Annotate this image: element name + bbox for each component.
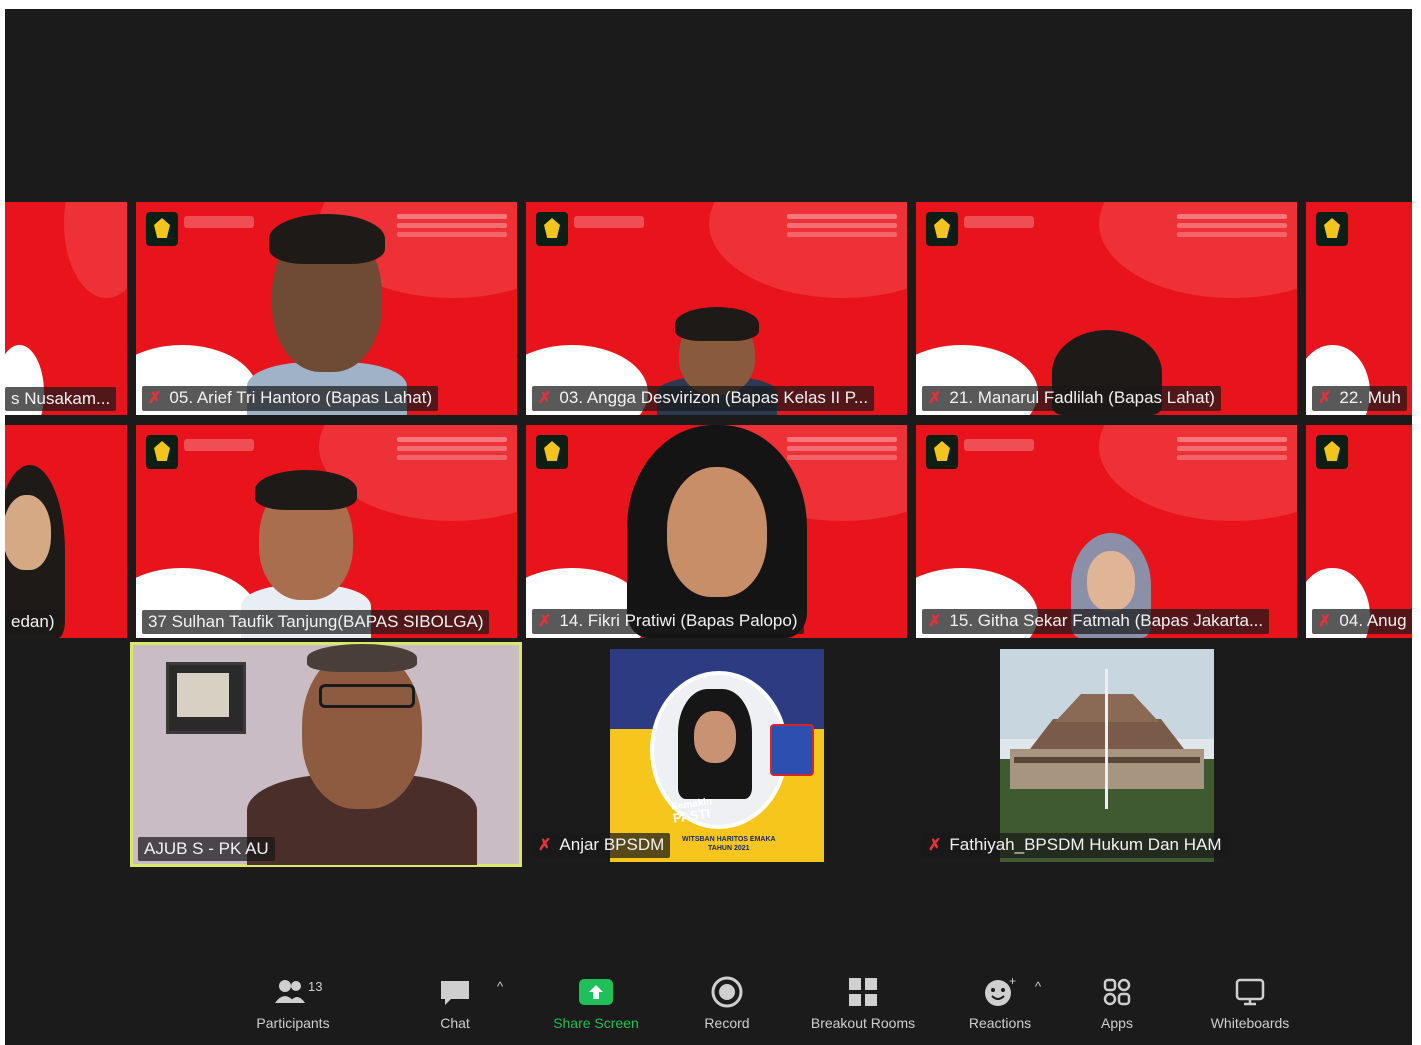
brand-mark bbox=[184, 439, 254, 451]
participant-name: ✗ 14. Fikri Pratiwi (Bapas Palopo) bbox=[532, 609, 804, 634]
poster-caption: Semakin PASTI bbox=[670, 796, 713, 826]
participant-name: ✗ Fathiyah_BPSDM Hukum Dan HAM bbox=[922, 833, 1228, 858]
video-tile[interactable]: ✗ 21. Manarul Fadlilah (Bapas Lahat) bbox=[916, 202, 1297, 415]
participant-name: ✗ Anjar BPSDM bbox=[532, 833, 671, 858]
mic-muted-icon: ✗ bbox=[538, 613, 552, 630]
banner-text-lines bbox=[397, 437, 507, 442]
share-screen-button[interactable]: Share Screen bbox=[533, 975, 659, 1031]
whiteboard-icon bbox=[1195, 975, 1305, 1009]
participant-name: ✗ 04. Anug bbox=[1312, 609, 1412, 634]
participant-name: ✗ 05. Arief Tri Hantoro (Bapas Lahat) bbox=[142, 386, 439, 411]
building-photo bbox=[1000, 649, 1214, 862]
participant-name: edan) bbox=[5, 610, 61, 634]
video-tile[interactable]: Semakin PASTI WITSBAN HARITOS EMAKA TAHU… bbox=[526, 647, 907, 862]
video-tile[interactable]: ✗ 15. Githa Sekar Fatmah (Bapas Jakarta..… bbox=[916, 425, 1297, 638]
participant-name: s Nusakam... bbox=[5, 387, 117, 411]
video-tile[interactable]: ✗ Fathiyah_BPSDM Hukum Dan HAM bbox=[916, 647, 1297, 862]
mic-muted-icon: ✗ bbox=[1318, 613, 1332, 630]
participant-name: 37 Sulhan Taufik Tanjung(BAPAS SIBOLGA) bbox=[142, 610, 490, 634]
ministry-logo bbox=[926, 435, 958, 469]
chevron-up-icon[interactable]: ^ bbox=[1035, 979, 1041, 994]
video-tile[interactable]: ✗ 14. Fikri Pratiwi (Bapas Palopo) bbox=[526, 425, 907, 638]
profile-poster: Semakin PASTI WITSBAN HARITOS EMAKA TAHU… bbox=[610, 649, 824, 862]
record-button[interactable]: Record bbox=[689, 975, 765, 1031]
ministry-logo bbox=[536, 212, 568, 246]
poster-footer: WITSBAN HARITOS EMAKA TAHUN 2021 bbox=[682, 836, 776, 852]
mic-muted-icon: ✗ bbox=[928, 837, 942, 854]
glasses bbox=[319, 684, 415, 708]
mic-muted-icon: ✗ bbox=[928, 613, 942, 630]
ministry-logo bbox=[536, 435, 568, 469]
brand-mark bbox=[964, 439, 1034, 451]
participant-video bbox=[247, 644, 477, 865]
reactions-button[interactable]: + Reactions bbox=[955, 974, 1045, 1031]
mic-muted-icon: ✗ bbox=[1318, 390, 1332, 407]
chat-icon bbox=[425, 975, 485, 1009]
wall-picture bbox=[166, 662, 246, 734]
apps-icon bbox=[1087, 975, 1147, 1009]
video-tile[interactable]: edan) bbox=[5, 425, 127, 638]
meeting-window: s Nusakam... ✗ 05. Arief Tri Hantoro (Bap… bbox=[5, 9, 1412, 1045]
video-tile[interactable]: s Nusakam... bbox=[5, 202, 127, 415]
video-tile[interactable]: ✗ 05. Arief Tri Hantoro (Bapas Lahat) bbox=[136, 202, 517, 415]
participant-name: ✗ 15. Githa Sekar Fatmah (Bapas Jakarta..… bbox=[922, 609, 1270, 634]
banner-text-lines bbox=[1177, 437, 1287, 442]
breakout-rooms-button[interactable]: Breakout Rooms bbox=[793, 975, 933, 1031]
video-tile[interactable]: 37 Sulhan Taufik Tanjung(BAPAS SIBOLGA) bbox=[136, 425, 517, 638]
background-shape bbox=[63, 202, 127, 298]
brand-mark bbox=[574, 216, 644, 228]
participant-name: AJUB S - PK AU bbox=[138, 837, 275, 861]
participants-count: 13 bbox=[308, 979, 322, 994]
video-tile[interactable]: ✗ 03. Angga Desvirizon (Bapas Kelas II P.… bbox=[526, 202, 907, 415]
ministry-logo bbox=[146, 212, 178, 246]
banner-text-lines bbox=[1177, 214, 1287, 219]
ministry-logo bbox=[926, 212, 958, 246]
record-icon bbox=[689, 975, 765, 1009]
active-speaker-tile[interactable]: AJUB S - PK AU bbox=[130, 642, 522, 867]
participant-name: ✗ 21. Manarul Fadlilah (Bapas Lahat) bbox=[922, 386, 1221, 411]
mic-muted-icon: ✗ bbox=[928, 390, 942, 407]
breakout-rooms-icon bbox=[793, 975, 933, 1009]
video-tile[interactable]: ✗ 22. Muh bbox=[1306, 202, 1412, 415]
emblem-icon bbox=[770, 724, 814, 776]
ministry-logo bbox=[1316, 435, 1348, 469]
participant-name: ✗ 22. Muh bbox=[1312, 386, 1407, 411]
participants-button[interactable]: 13 Participants bbox=[243, 975, 343, 1031]
ministry-logo bbox=[146, 435, 178, 469]
chevron-up-icon[interactable]: ^ bbox=[497, 979, 503, 994]
video-tile[interactable]: ✗ 04. Anug bbox=[1306, 425, 1412, 638]
chat-button[interactable]: Chat bbox=[425, 975, 485, 1031]
brand-mark bbox=[184, 216, 254, 228]
participant-name: ✗ 03. Angga Desvirizon (Bapas Kelas II P.… bbox=[532, 386, 875, 411]
participant-video bbox=[626, 425, 807, 638]
participants-icon: 13 bbox=[243, 975, 343, 1009]
mic-muted-icon: ✗ bbox=[538, 837, 552, 854]
reactions-icon: + bbox=[955, 974, 1045, 1009]
mic-muted-icon: ✗ bbox=[538, 390, 552, 407]
brand-mark bbox=[964, 216, 1034, 228]
ministry-logo bbox=[1316, 212, 1348, 246]
apps-button[interactable]: Apps bbox=[1087, 975, 1147, 1031]
mic-muted-icon: ✗ bbox=[148, 390, 162, 407]
banner-text-lines bbox=[397, 214, 507, 219]
banner-text-lines bbox=[787, 214, 897, 219]
share-screen-icon bbox=[533, 975, 659, 1009]
whiteboards-button[interactable]: Whiteboards bbox=[1195, 975, 1305, 1031]
svg-text:+: + bbox=[1009, 975, 1016, 988]
meeting-toolbar: 13 Participants Chat ^ Share Screen Reco… bbox=[5, 955, 1412, 1045]
participant-video bbox=[246, 212, 407, 415]
